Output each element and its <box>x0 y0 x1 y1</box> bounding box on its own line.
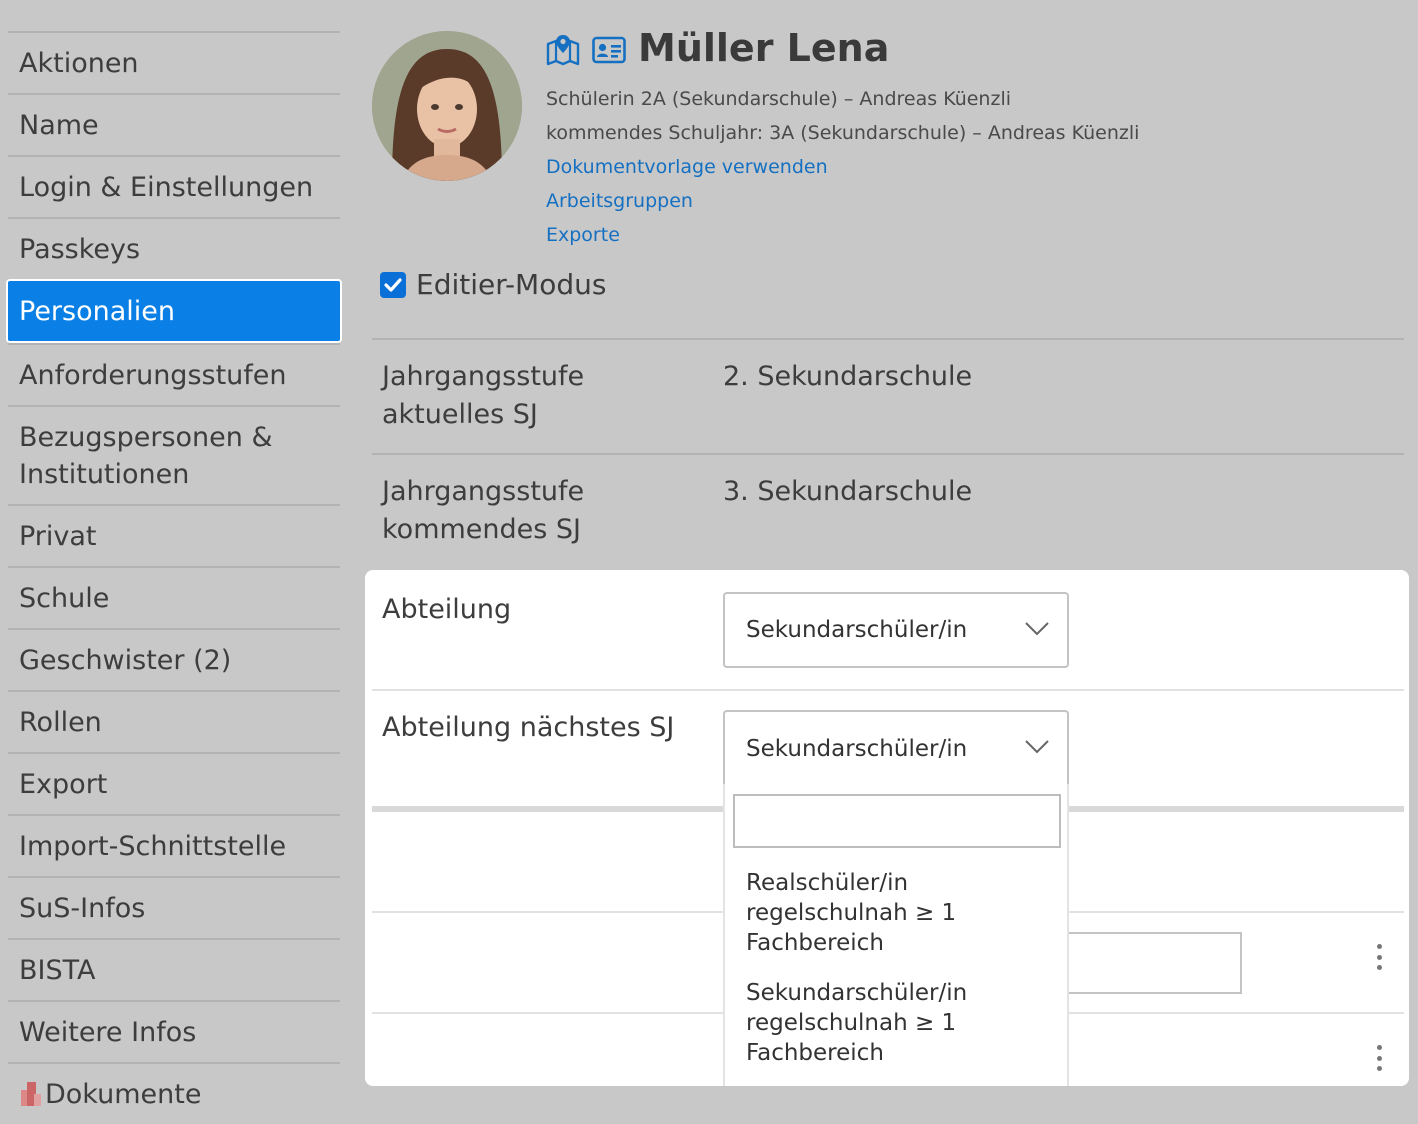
sidebar-item-dokumente[interactable]: Dokumente <box>8 1062 340 1124</box>
more-options-icon[interactable] <box>1377 944 1383 970</box>
select-dropdown: Realschüler/in regelschulnah ≥ 1 Fachber… <box>723 784 1069 1086</box>
field-value-jahrgang-aktuell: 2. Sekundarschule <box>723 361 973 392</box>
sidebar-nav: Aktionen Name Login & Einstellungen Pass… <box>6 31 342 1124</box>
sidebar-item-passkeys[interactable]: Passkeys <box>8 217 340 279</box>
page-title: Müller Lena <box>638 26 890 70</box>
edit-mode-checkbox[interactable] <box>380 271 406 298</box>
field-label-abteilung: Abteilung <box>382 594 512 625</box>
dropdown-search-input[interactable] <box>733 794 1061 848</box>
next-year-class-info: kommendes Schuljahr: 3A (Sekundarschule)… <box>546 122 1140 144</box>
text-input[interactable] <box>1069 932 1242 994</box>
sidebar-item-rollen[interactable]: Rollen <box>8 690 340 752</box>
header-icons <box>545 32 627 68</box>
avatar <box>372 31 522 181</box>
class-info: Schülerin 2A (Sekundarschule) – Andreas … <box>546 88 1012 110</box>
chevron-down-icon <box>1025 740 1049 754</box>
abteilung-card: Abteilung Sekundarschüler/in Abteilung n… <box>365 570 1409 1086</box>
sidebar-item-sus-infos[interactable]: SuS-Infos <box>8 876 340 938</box>
sidebar-item-weitere-infos[interactable]: Weitere Infos <box>8 1000 340 1062</box>
sidebar-item-bista[interactable]: BISTA <box>8 938 340 1000</box>
link-arbeitsgruppen[interactable]: Arbeitsgruppen <box>546 190 693 212</box>
field-label-jahrgang-kommend: Jahrgangsstufe kommendes SJ <box>382 476 585 545</box>
sidebar-item-bezugspersonen[interactable]: Bezugspersonen & Institutionen <box>8 405 340 504</box>
more-options-icon[interactable] <box>1377 1045 1383 1071</box>
abteilung-next-select[interactable]: Sekundarschüler/in <box>723 710 1069 786</box>
sidebar-item-import[interactable]: Import-Schnittstelle <box>8 814 340 876</box>
sidebar-item-export[interactable]: Export <box>8 752 340 814</box>
divider <box>372 453 1404 455</box>
link-exporte[interactable]: Exporte <box>546 224 620 246</box>
sidebar-item-login[interactable]: Login & Einstellungen <box>8 155 340 217</box>
dropdown-option[interactable]: Sekundarschüler/in regelschulnah ≥ 1 Fac… <box>746 978 1046 1068</box>
sidebar-item-anforderungsstufen[interactable]: Anforderungsstufen <box>8 343 340 405</box>
id-card-icon[interactable] <box>591 32 627 68</box>
documents-icon <box>19 1080 41 1106</box>
sidebar-item-geschwister[interactable]: Geschwister (2) <box>8 628 340 690</box>
field-value-jahrgang-kommend: 3. Sekundarschule <box>723 476 973 507</box>
sidebar-item-schule[interactable]: Schule <box>8 566 340 628</box>
link-dokumentvorlage[interactable]: Dokumentvorlage verwenden <box>546 156 828 178</box>
sidebar-item-name[interactable]: Name <box>8 93 340 155</box>
abteilung-select[interactable]: Sekundarschüler/in <box>723 592 1069 668</box>
divider <box>372 689 1404 691</box>
edit-mode-label: Editier-Modus <box>416 268 607 301</box>
sidebar-item-aktionen[interactable]: Aktionen <box>8 31 340 93</box>
dropdown-option[interactable]: Realschüler/in regelschulnah ≥ 1 Fachber… <box>746 868 1046 958</box>
sidebar-item-privat[interactable]: Privat <box>8 504 340 566</box>
sidebar-item-personalien[interactable]: Personalien <box>6 279 342 343</box>
edit-mode-toggle[interactable]: Editier-Modus <box>380 268 606 301</box>
map-location-icon[interactable] <box>545 32 581 68</box>
field-label-abteilung-next: Abteilung nächstes SJ <box>382 712 675 743</box>
chevron-down-icon <box>1025 622 1049 636</box>
field-label-jahrgang-aktuell: Jahrgangsstufe aktuelles SJ <box>382 361 585 430</box>
divider <box>372 338 1404 340</box>
